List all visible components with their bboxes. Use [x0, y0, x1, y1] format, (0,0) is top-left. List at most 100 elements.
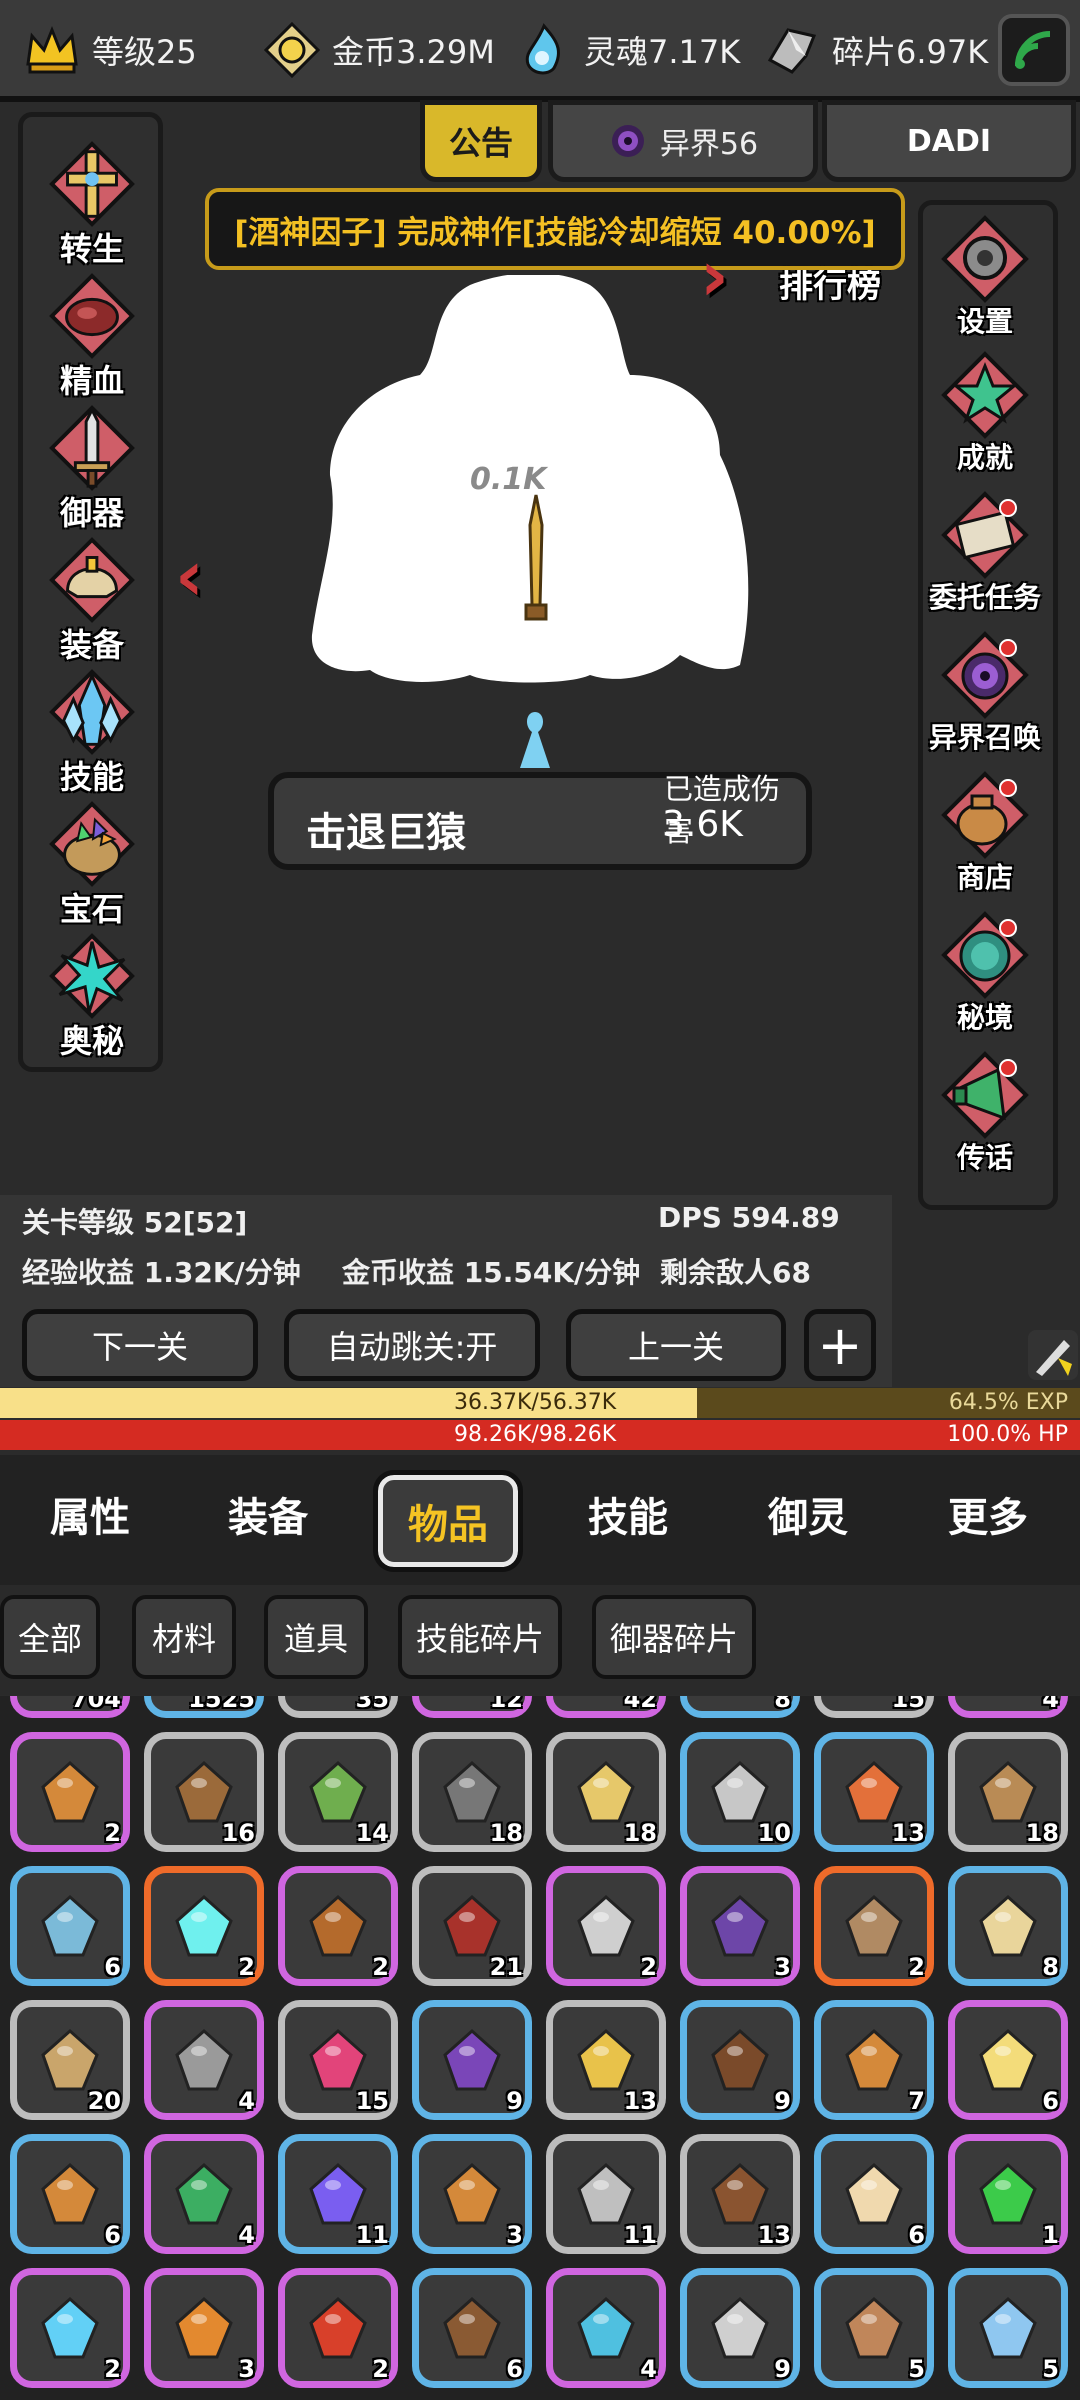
menu-shop[interactable]: 商店 [915, 768, 1055, 900]
coin-icon [263, 21, 321, 79]
inventory-slot[interactable]: 2 [10, 2268, 130, 2388]
portal-swirl-icon [941, 911, 1029, 999]
filter-materials[interactable]: 材料 [132, 1595, 236, 1679]
inventory-slot[interactable]: 9 [412, 2000, 532, 2120]
menu-settings[interactable]: 设置 [915, 212, 1055, 344]
inventory-slot[interactable]: 21 [412, 1866, 532, 1986]
inventory-slot[interactable]: 18 [412, 1732, 532, 1852]
inventory-slot[interactable]: 10 [680, 1732, 800, 1852]
item-count: 2 [104, 2355, 121, 2383]
item-count: 1525 [188, 1696, 255, 1713]
inventory-slot[interactable]: 42 [546, 1696, 666, 1718]
inventory-slot[interactable]: 3 [412, 2134, 532, 2254]
menu-artifact[interactable]: 御器 [22, 402, 162, 534]
item-count: 3 [238, 2355, 255, 2383]
tab-notice[interactable]: 公告 [420, 100, 542, 182]
menu-equipment-label: 装备 [59, 626, 124, 664]
menu-secret-realm[interactable]: 秘境 [915, 908, 1055, 1040]
inventory-slot[interactable]: 18 [546, 1732, 666, 1852]
item-count: 2 [104, 1819, 121, 1847]
menu-achievements[interactable]: 成就 [915, 348, 1055, 480]
meat-icon [49, 273, 135, 359]
inventory-slot[interactable]: 6 [814, 2134, 934, 2254]
inventory-slot[interactable]: 6 [948, 2000, 1068, 2120]
inventory-slot[interactable]: 2 [278, 2268, 398, 2388]
tab-more[interactable]: 更多 [948, 1485, 1028, 1543]
inventory-slot[interactable]: 4 [948, 1696, 1068, 1718]
next-stage-button[interactable]: 下一关 [22, 1309, 258, 1381]
tab-spirits[interactable]: 御灵 [768, 1485, 848, 1543]
inventory-slot[interactable]: 1 [948, 2134, 1068, 2254]
inventory-slot[interactable]: 6 [10, 1866, 130, 1986]
cloak-icon [443, 1894, 501, 1957]
inventory-slot[interactable]: 9 [680, 2268, 800, 2388]
inventory-slot[interactable]: 2 [144, 1866, 264, 1986]
menu-skills[interactable]: 技能 [22, 666, 162, 798]
item-count: 16 [221, 1819, 255, 1847]
inventory-slot[interactable]: 6 [412, 2268, 532, 2388]
inventory-slot[interactable]: 12 [412, 1696, 532, 1718]
puzzle-piece-icon [845, 2028, 903, 2091]
inventory-slot[interactable]: 15 [278, 2000, 398, 2120]
menu-arcane[interactable]: 奥秘 [22, 930, 162, 1062]
inventory-slot[interactable]: 2 [10, 1732, 130, 1852]
inventory-slot[interactable]: 3 [680, 1866, 800, 1986]
inventory-slot[interactable]: 2 [546, 1866, 666, 1986]
announcement-banner: [酒神因子] 完成神作[技能冷却缩短 40.00%] [205, 188, 905, 270]
inventory-slot[interactable]: 18 [948, 1732, 1068, 1852]
item-count: 14 [355, 1819, 389, 1847]
damage-value: 3.6K [662, 804, 743, 845]
tab-player[interactable]: DADI [822, 100, 1076, 182]
inventory-slot[interactable]: 2 [278, 1866, 398, 1986]
inventory-slot[interactable]: 9 [680, 2000, 800, 2120]
inventory-slot[interactable]: 704 [10, 1696, 130, 1718]
belt-icon [711, 2028, 769, 2091]
connection-button[interactable] [998, 14, 1070, 86]
inventory-slot[interactable]: 6 [10, 2134, 130, 2254]
auto-skip-toggle[interactable]: 自动跳关:开 [284, 1309, 540, 1381]
inventory-slot[interactable]: 2 [814, 1866, 934, 1986]
menu-equipment[interactable]: 装备 [22, 534, 162, 666]
inventory-slot[interactable]: 13 [546, 2000, 666, 2120]
inventory-slot[interactable]: 1525 [144, 1696, 264, 1718]
add-button[interactable]: + [804, 1309, 876, 1381]
inventory-slot[interactable]: 16 [144, 1732, 264, 1852]
inventory-slot[interactable]: 8 [680, 1696, 800, 1718]
inventory-slot[interactable]: 4 [546, 2268, 666, 2388]
menu-commissions[interactable]: 委托任务 [915, 488, 1055, 620]
tab-otherworld[interactable]: 异界56 [548, 100, 818, 182]
menu-gems[interactable]: 宝石 [22, 798, 162, 930]
inventory-slot[interactable]: 11 [278, 2134, 398, 2254]
inventory-slot[interactable]: 13 [814, 1732, 934, 1852]
menu-broadcast[interactable]: 传话 [915, 1048, 1055, 1180]
prev-stage-button[interactable]: 上一关 [566, 1309, 786, 1381]
inventory-slot[interactable]: 7 [814, 2000, 934, 2120]
inventory-slot[interactable]: 8 [948, 1866, 1068, 1986]
inventory-slot[interactable]: 15 [814, 1696, 934, 1718]
filter-skill-shards[interactable]: 技能碎片 [398, 1595, 562, 1679]
inventory-slot[interactable]: 20 [10, 2000, 130, 2120]
inventory-slot[interactable]: 5 [948, 2268, 1068, 2388]
filter-artifact-shards[interactable]: 御器碎片 [592, 1595, 756, 1679]
tab-items[interactable]: 物品 [373, 1470, 523, 1572]
inventory-slot[interactable]: 14 [278, 1732, 398, 1852]
inventory-slot[interactable]: 13 [680, 2134, 800, 2254]
menu-essence[interactable]: 精血 [22, 270, 162, 402]
item-count: 6 [104, 2221, 121, 2249]
inventory-slot[interactable]: 4 [144, 2134, 264, 2254]
tab-skills[interactable]: 技能 [588, 1485, 668, 1543]
item-count: 12 [489, 1696, 523, 1713]
tab-equipment[interactable]: 装备 [228, 1485, 308, 1543]
filter-props[interactable]: 道具 [264, 1595, 368, 1679]
menu-summon[interactable]: 异界召唤 [915, 628, 1055, 760]
inventory-slot[interactable]: 3 [144, 2268, 264, 2388]
filter-all[interactable]: 全部 [0, 1595, 100, 1679]
inventory-slot[interactable]: 4 [144, 2000, 264, 2120]
inventory-slot[interactable]: 35 [278, 1696, 398, 1718]
inventory-slot[interactable]: 11 [546, 2134, 666, 2254]
prev-arrow-icon[interactable]: ‹ [175, 535, 204, 617]
inventory-slot[interactable]: 5 [814, 2268, 934, 2388]
menu-rebirth[interactable]: 转生 [22, 138, 162, 270]
tab-attributes[interactable]: 属性 [50, 1485, 130, 1543]
quill-icon[interactable] [1028, 1330, 1078, 1380]
